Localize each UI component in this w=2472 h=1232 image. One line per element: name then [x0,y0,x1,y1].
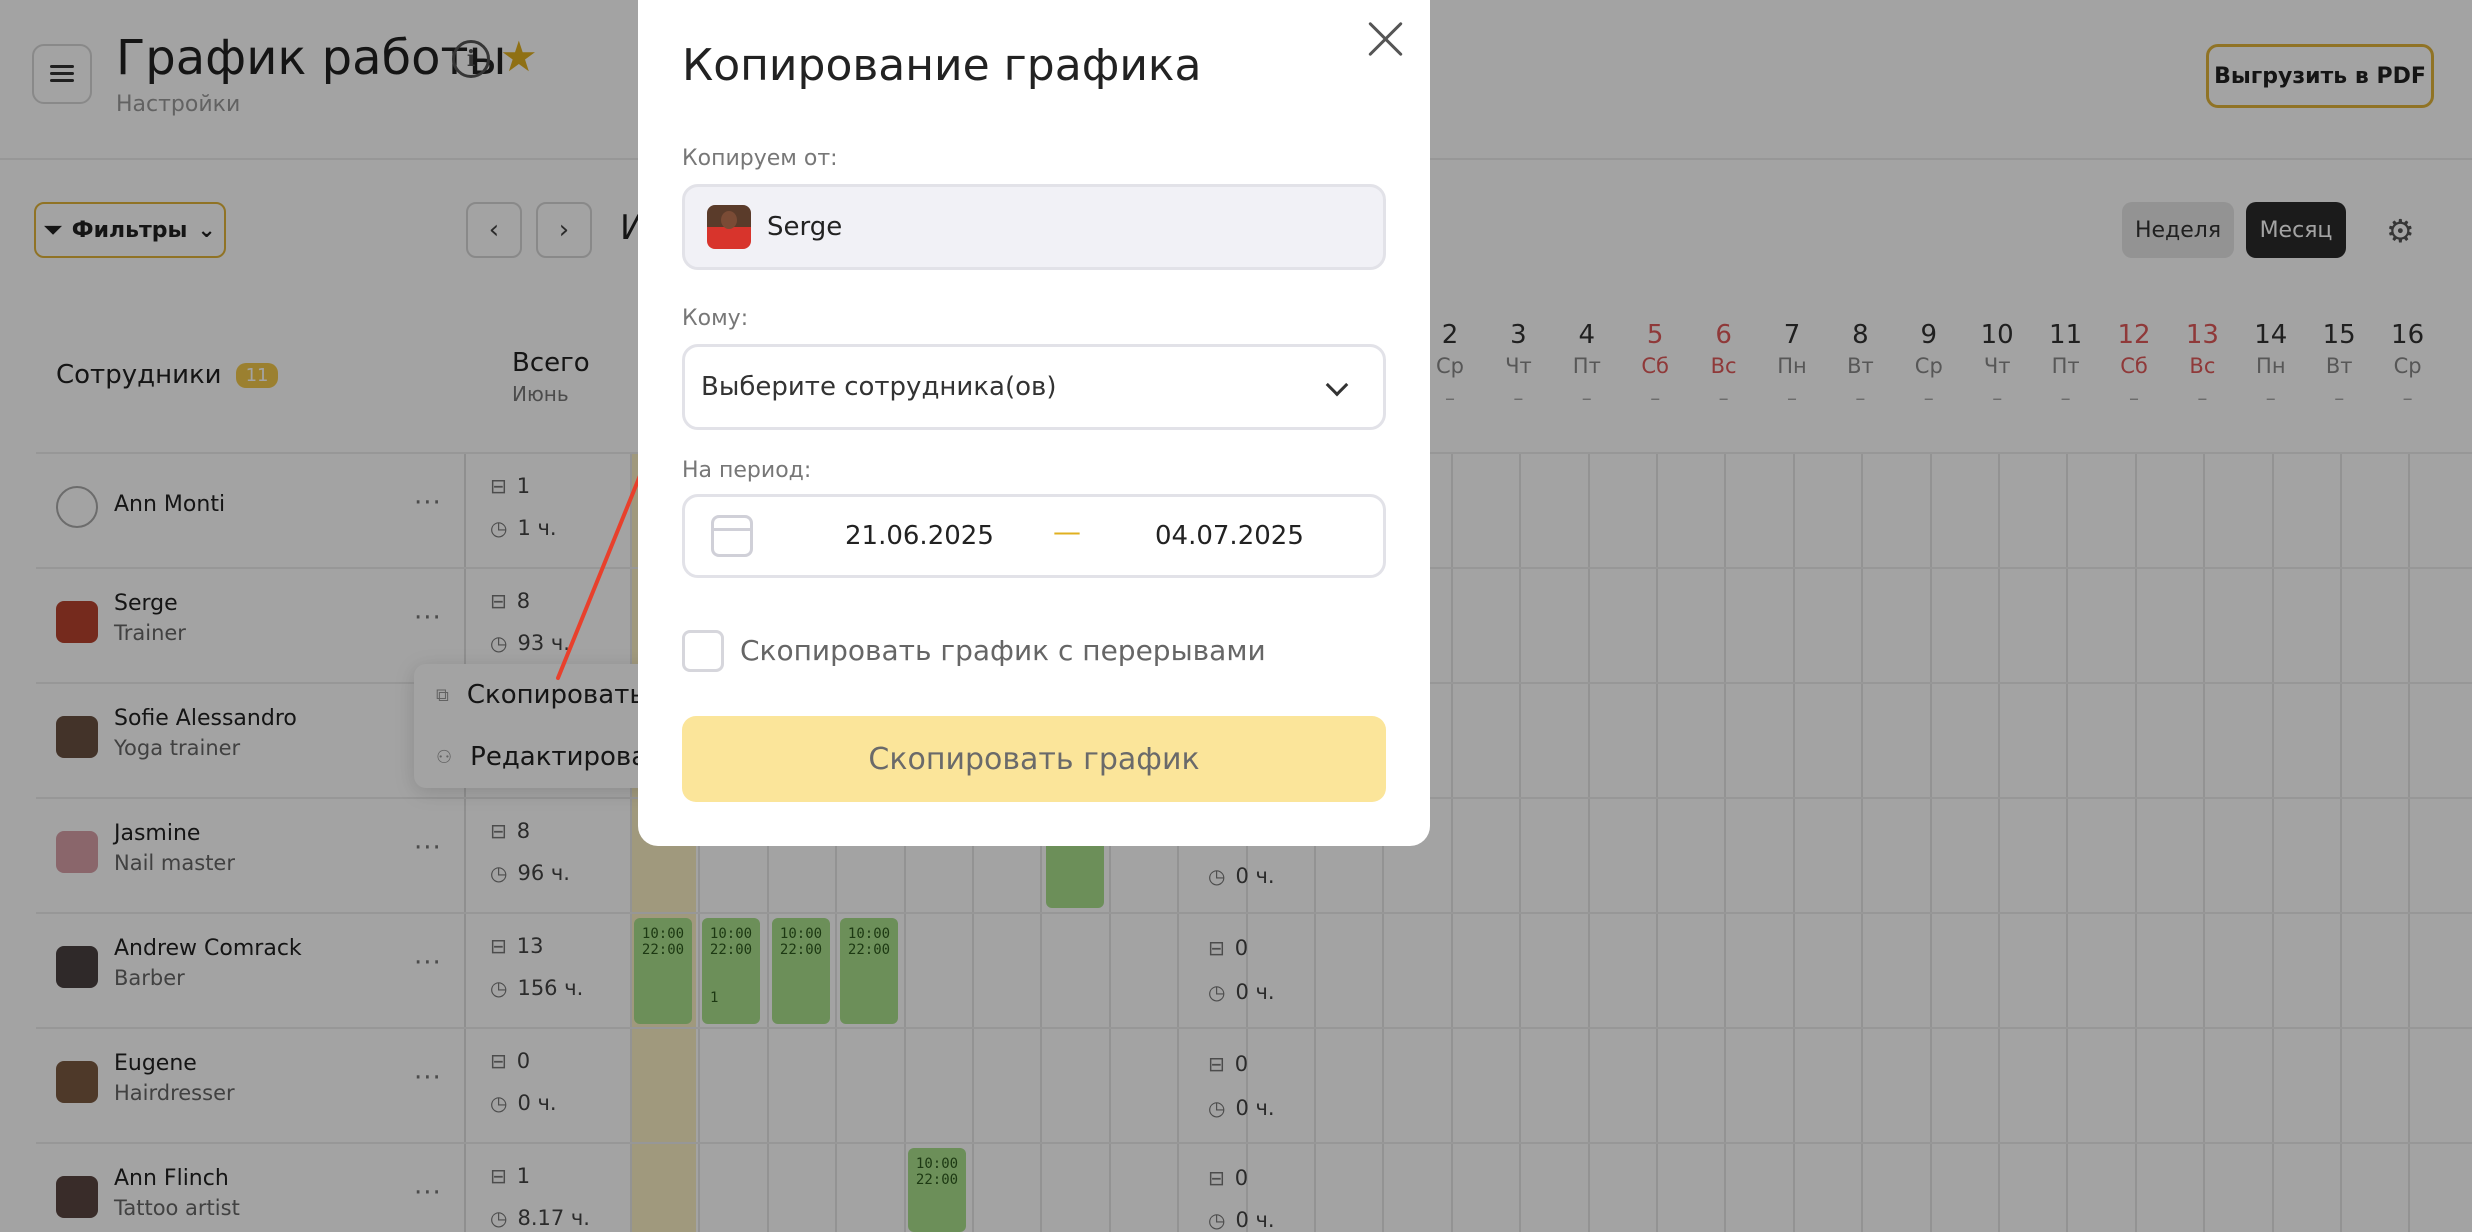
to-label: Кому: [682,306,749,331]
copy-schedule-button[interactable]: Скопировать график [682,716,1386,802]
date-range-picker[interactable]: 21.06.2025 — 04.07.2025 [682,494,1386,578]
date-to[interactable]: 04.07.2025 [1155,521,1304,551]
chevron-down-icon [1325,373,1349,397]
modal-title: Копирование графика [682,40,1202,91]
copy-from-value: Serge [767,212,843,242]
copy-with-breaks-label[interactable]: Скопировать график с перерывами [740,634,1266,667]
close-icon[interactable] [1364,18,1406,60]
avatar [707,205,751,249]
date-separator: — [1053,515,1081,548]
date-from[interactable]: 21.06.2025 [845,521,994,551]
copy-schedule-modal: Копирование графика Копируем от: Serge К… [638,0,1430,846]
copy-with-breaks-checkbox[interactable] [682,630,724,672]
copy-from-field: Serge [682,184,1386,270]
employee-select-placeholder: Выберите сотрудника(ов) [701,372,1057,402]
calendar-icon [711,515,753,557]
from-label: Копируем от: [682,146,838,171]
employee-select[interactable]: Выберите сотрудника(ов) [682,344,1386,430]
period-label: На период: [682,458,812,483]
